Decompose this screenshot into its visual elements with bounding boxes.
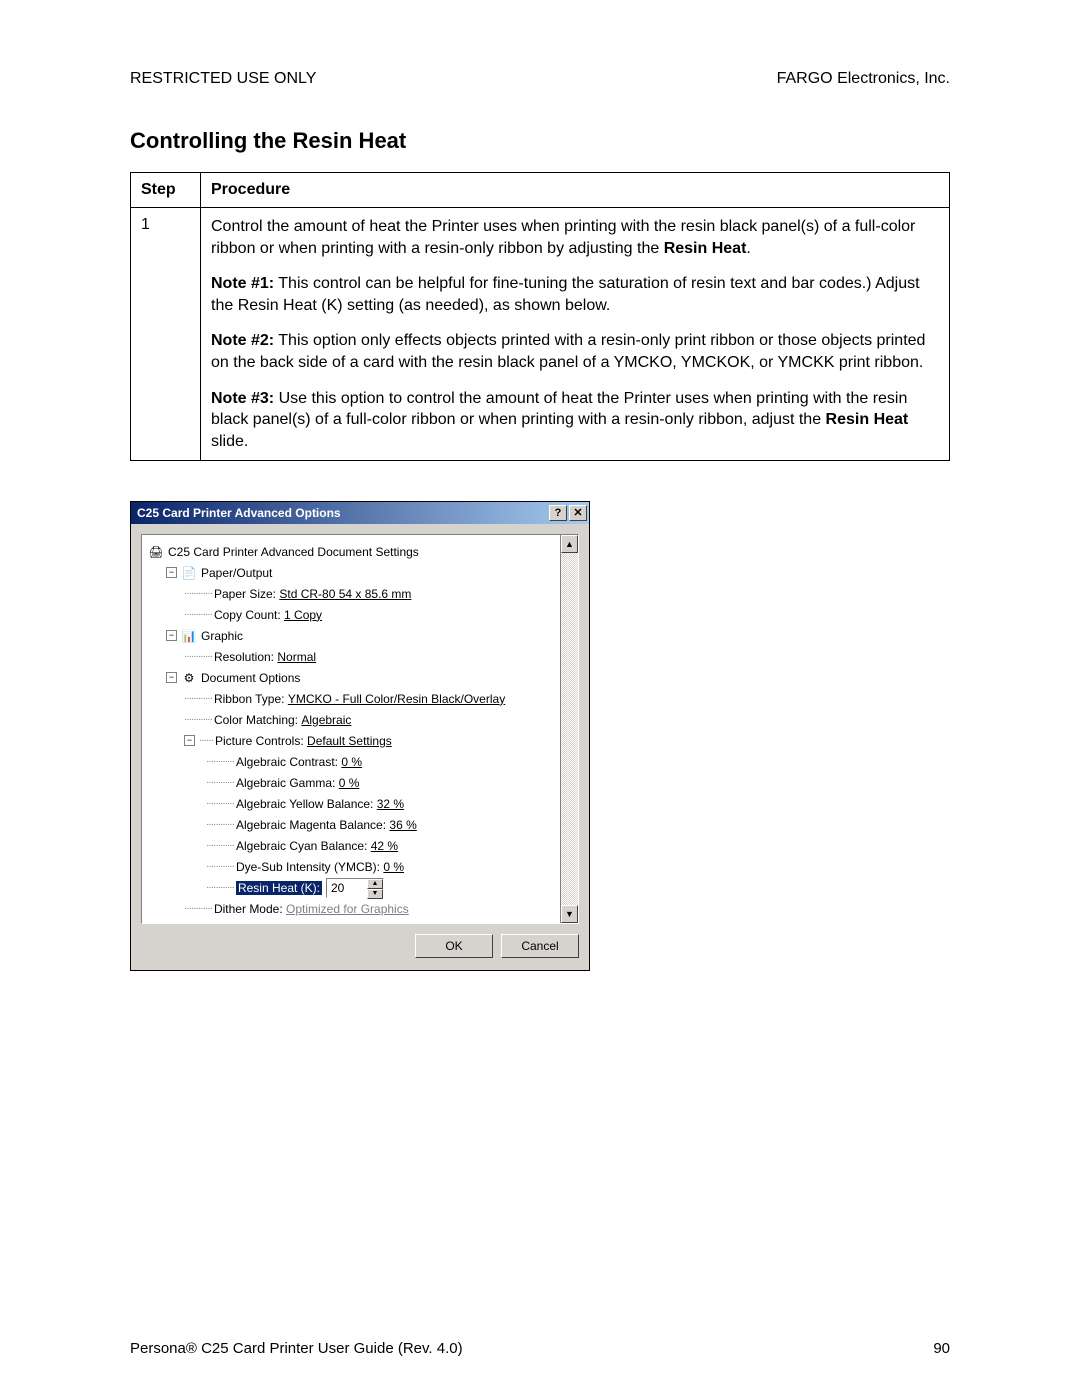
resin-heat-input[interactable] [327,879,367,897]
col-procedure: Procedure [201,173,950,208]
p1-post: . [746,240,750,257]
tree-paper-size[interactable]: ············ Paper Size: Std CR-80 54 x … [146,583,558,604]
p1-bold: Resin Heat [664,240,747,257]
titlebar[interactable]: C25 Card Printer Advanced Options ? ✕ [131,502,589,524]
magenta-value[interactable]: 36 % [389,818,416,832]
color-matching-value[interactable]: Algebraic [301,713,351,727]
resolution-label: Resolution: [214,650,274,664]
cyan-label: Algebraic Cyan Balance: [236,839,367,853]
cancel-button[interactable]: Cancel [501,934,579,958]
tree-yellow[interactable]: ············ Algebraic Yellow Balance: 3… [146,793,558,814]
tree-graphic[interactable]: − 📊 Graphic [146,625,558,646]
resin-heat-label: Resin Heat (K): [236,881,322,895]
picture-controls-value[interactable]: Default Settings [307,734,392,748]
magenta-label: Algebraic Magenta Balance: [236,818,386,832]
dither-label: Dither Mode: [214,902,283,916]
close-button[interactable]: ✕ [569,505,587,521]
copy-count-value[interactable]: 1 Copy [284,608,322,622]
footer-page: 90 [933,1340,950,1357]
printer-icon: 🖨 [148,544,164,560]
spin-up-icon[interactable]: ▲ [367,879,383,889]
tree-dyesub[interactable]: ············ Dye-Sub Intensity (YMCB): 0… [146,856,558,877]
dither-value[interactable]: Optimized for Graphics [286,902,409,916]
tree-contrast[interactable]: ············ Algebraic Contrast: 0 % [146,751,558,772]
table-row: 1 Control the amount of heat the Printer… [131,208,950,461]
paper-output-label: Paper/Output [201,566,272,580]
p1-pre: Control the amount of heat the Printer u… [211,218,915,257]
scrollbar[interactable]: ▲ ▼ [560,535,578,923]
collapse-icon[interactable]: − [184,735,195,746]
dyesub-label: Dye-Sub Intensity (YMCB): [236,860,380,874]
scroll-track[interactable] [561,553,578,905]
tree-picture-controls[interactable]: − ······ Picture Controls: Default Setti… [146,730,558,751]
contrast-label: Algebraic Contrast: [236,755,338,769]
dialog-title: C25 Card Printer Advanced Options [137,506,547,520]
procedure-table: Step Procedure 1 Control the amount of h… [130,172,950,461]
color-matching-label: Color Matching: [214,713,298,727]
header-right: FARGO Electronics, Inc. [777,70,950,88]
paper-icon: 📄 [181,565,197,581]
tree-copy-count[interactable]: ············ Copy Count: 1 Copy [146,604,558,625]
ribbon-type-value[interactable]: YMCKO - Full Color/Resin Black/Overlay [288,692,505,706]
spin-down-icon[interactable]: ▼ [367,889,383,899]
collapse-icon[interactable]: − [166,630,177,641]
cyan-value[interactable]: 42 % [371,839,398,853]
gear-icon: ⚙ [181,670,197,686]
graphic-label: Graphic [201,629,243,643]
picture-controls-label: Picture Controls: [215,734,304,748]
step-number: 1 [131,208,201,461]
doc-options-label: Document Options [201,671,300,685]
note1-body: This control can be helpful for fine-tun… [211,275,920,314]
help-button[interactable]: ? [549,505,567,521]
gamma-value[interactable]: 0 % [339,776,360,790]
tree-cyan[interactable]: ············ Algebraic Cyan Balance: 42 … [146,835,558,856]
root-label: C25 Card Printer Advanced Document Setti… [168,545,419,559]
tree-paper-output[interactable]: − 📄 Paper/Output [146,562,558,583]
tree-doc-options[interactable]: − ⚙ Document Options [146,667,558,688]
scroll-up-icon[interactable]: ▲ [561,535,578,553]
tree-root[interactable]: 🖨 C25 Card Printer Advanced Document Set… [146,541,558,562]
note3-post: slide. [211,433,248,450]
note3-lead: Note #3: [211,390,274,407]
paper-size-value[interactable]: Std CR-80 54 x 85.6 mm [279,587,411,601]
tree-resin-heat[interactable]: ············ Resin Heat (K): ▲ ▼ [146,877,558,898]
page-title: Controlling the Resin Heat [130,128,950,154]
scroll-down-icon[interactable]: ▼ [561,905,578,923]
paper-size-label: Paper Size: [214,587,276,601]
tree-resolution[interactable]: ············ Resolution: Normal [146,646,558,667]
contrast-value[interactable]: 0 % [341,755,362,769]
note3-pre: Use this option to control the amount of… [211,390,907,429]
gamma-label: Algebraic Gamma: [236,776,335,790]
note3-bold: Resin Heat [826,411,909,428]
copy-count-label: Copy Count: [214,608,281,622]
tree-dither[interactable]: ············ Dither Mode: Optimized for … [146,898,558,919]
ribbon-type-label: Ribbon Type: [214,692,285,706]
note2-lead: Note #2: [211,332,274,349]
dyesub-value[interactable]: 0 % [383,860,404,874]
header-left: RESTRICTED USE ONLY [130,70,316,88]
advanced-options-dialog: C25 Card Printer Advanced Options ? ✕ 🖨 … [130,501,590,971]
note2-body: This option only effects objects printed… [211,332,925,371]
tree-gamma[interactable]: ············ Algebraic Gamma: 0 % [146,772,558,793]
footer-left: Persona® C25 Card Printer User Guide (Re… [130,1340,463,1357]
chart-icon: 📊 [181,628,197,644]
resin-heat-spinner[interactable]: ▲ ▼ [326,878,384,898]
tree-color-matching[interactable]: ············ Color Matching: Algebraic [146,709,558,730]
tree-magenta[interactable]: ············ Algebraic Magenta Balance: … [146,814,558,835]
yellow-label: Algebraic Yellow Balance: [236,797,373,811]
ok-button[interactable]: OK [415,934,493,958]
yellow-value[interactable]: 32 % [377,797,404,811]
collapse-icon[interactable]: − [166,672,177,683]
resolution-value[interactable]: Normal [277,650,316,664]
tree-ribbon-type[interactable]: ············ Ribbon Type: YMCKO - Full C… [146,688,558,709]
note1-lead: Note #1: [211,275,274,292]
procedure-cell: Control the amount of heat the Printer u… [201,208,950,461]
collapse-icon[interactable]: − [166,567,177,578]
settings-tree: 🖨 C25 Card Printer Advanced Document Set… [142,535,560,923]
col-step: Step [131,173,201,208]
